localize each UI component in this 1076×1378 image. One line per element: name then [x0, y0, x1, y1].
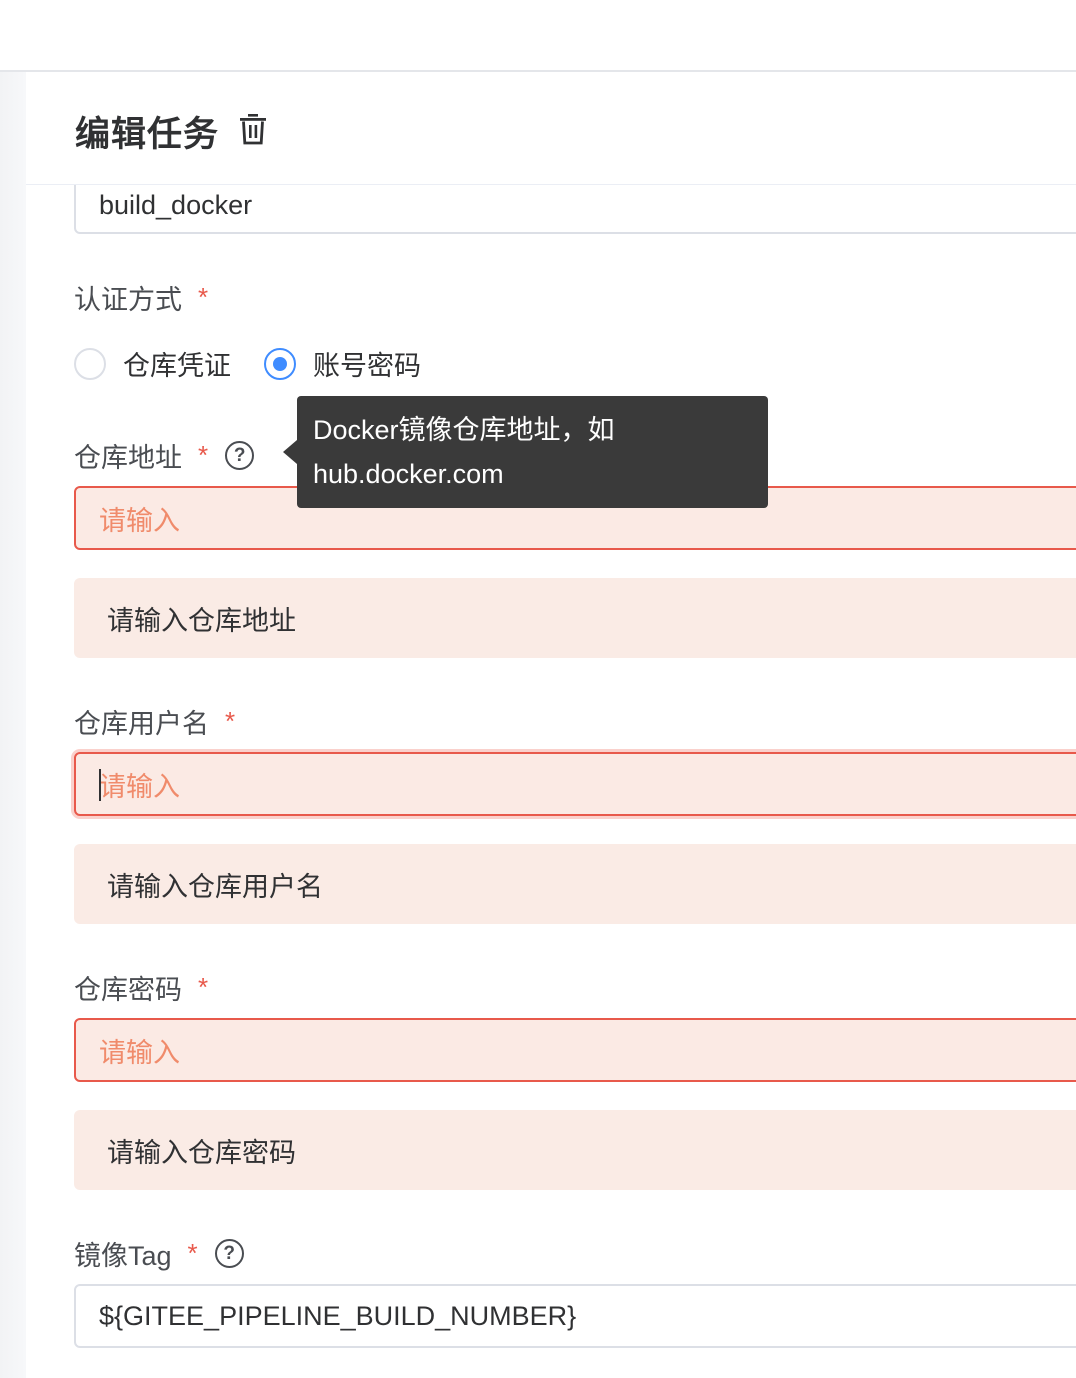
- repo-address-placeholder: 请输入: [99, 505, 180, 536]
- repo-password-error: 请输入仓库密码: [74, 1110, 1076, 1190]
- repo-address-tooltip: Docker镜像仓库地址，如 hub.docker.com: [283, 396, 768, 508]
- auth-method-label-text: 认证方式: [74, 285, 182, 315]
- auth-method-radio-group: 仓库凭证 账号密码: [74, 344, 421, 383]
- drawer-title: 编辑任务: [75, 115, 220, 154]
- required-mark: *: [198, 972, 209, 1002]
- help-icon[interactable]: ?: [225, 441, 255, 470]
- edit-task-drawer: 编辑任务 build_docker 认证方式 * 仓库凭证 账号密码 仓库地址 …: [26, 72, 1076, 1378]
- radio-account-password-label: 账号密码: [313, 351, 421, 381]
- radio-unchecked-icon: [74, 347, 106, 380]
- radio-checked-icon: [264, 347, 296, 380]
- repo-address-label: 仓库地址 * ?: [74, 436, 255, 475]
- radio-account-password[interactable]: 账号密码: [264, 344, 421, 383]
- required-mark: *: [198, 440, 209, 470]
- drawer-header: 编辑任务: [26, 72, 1076, 185]
- repo-username-placeholder: 请输入: [99, 771, 180, 802]
- required-mark: *: [187, 1238, 198, 1268]
- text-caret: [99, 769, 101, 801]
- repo-username-label-text: 仓库用户名: [74, 709, 209, 739]
- repo-password-label: 仓库密码 *: [74, 968, 208, 1007]
- auth-method-label: 认证方式 *: [74, 278, 208, 317]
- image-tag-input[interactable]: ${GITEE_PIPELINE_BUILD_NUMBER}: [74, 1284, 1076, 1348]
- tooltip-line-2: hub.docker.com: [313, 459, 504, 489]
- repo-password-label-text: 仓库密码: [74, 975, 182, 1005]
- background-overlay: [0, 72, 26, 1378]
- radio-repo-credential-label: 仓库凭证: [123, 351, 231, 381]
- task-name-value: build_docker: [99, 189, 253, 220]
- repo-username-label: 仓库用户名 *: [74, 702, 235, 741]
- trash-icon[interactable]: [236, 112, 270, 146]
- image-tag-value: ${GITEE_PIPELINE_BUILD_NUMBER}: [99, 1300, 577, 1331]
- repo-password-placeholder: 请输入: [99, 1037, 180, 1068]
- repo-username-error: 请输入仓库用户名: [74, 844, 1076, 924]
- help-icon[interactable]: ?: [214, 1239, 244, 1268]
- repo-address-error: 请输入仓库地址: [74, 578, 1076, 658]
- radio-repo-credential[interactable]: 仓库凭证: [74, 344, 231, 383]
- image-tag-label-text: 镜像Tag: [74, 1241, 172, 1271]
- repo-password-input[interactable]: 请输入: [74, 1018, 1076, 1082]
- image-tag-label: 镜像Tag * ?: [74, 1234, 244, 1273]
- top-bar: [0, 0, 1076, 72]
- tooltip-line-1: Docker镜像仓库地址，如: [313, 415, 615, 445]
- repo-username-input[interactable]: 请输入: [74, 752, 1076, 816]
- repo-address-label-text: 仓库地址: [74, 443, 182, 473]
- task-name-input[interactable]: build_docker: [74, 178, 1076, 234]
- required-mark: *: [225, 706, 236, 736]
- required-mark: *: [198, 282, 209, 312]
